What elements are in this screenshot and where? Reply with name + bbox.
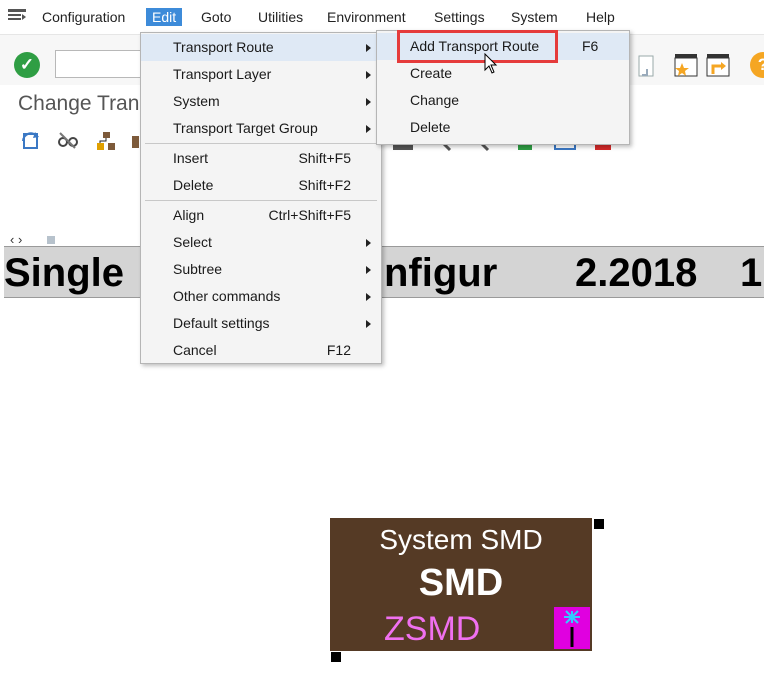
edit-menu-item-subtree[interactable]: Subtree — [141, 256, 381, 283]
page-title: Change Tran — [18, 92, 140, 115]
menu-item-shortcut: F6 — [582, 38, 599, 54]
menu-item-label: Other commands — [173, 288, 281, 304]
magic-wand-icon[interactable] — [554, 607, 590, 649]
menu-item-label: Delete — [173, 177, 214, 193]
edit-menu-item-delete[interactable]: Delete Shift+F2 — [141, 172, 381, 199]
menu-system[interactable]: System — [511, 9, 558, 25]
edit-menu-item-transport-target-group[interactable]: Transport Target Group — [141, 115, 381, 142]
edit-menu-item-other-commands[interactable]: Other commands — [141, 283, 381, 310]
menu-item-label: Align — [173, 207, 205, 223]
edit-menu-item-select[interactable]: Select — [141, 229, 381, 256]
submenu-item-delete[interactable]: Delete — [377, 114, 629, 141]
menu-item-label: Transport Route — [173, 39, 274, 55]
menu-settings[interactable]: Settings — [434, 9, 485, 25]
command-field[interactable] — [55, 50, 147, 78]
menu-item-label: Insert — [173, 150, 209, 166]
menu-item-label: Default settings — [173, 315, 270, 331]
graphic-banner: Single nfigur 2.2018 1( — [4, 246, 764, 298]
edit-menu-item-cancel[interactable]: Cancel F12 — [141, 337, 381, 364]
submenu-arrow-icon — [366, 71, 371, 79]
system-node-transport: ZSMD — [384, 610, 481, 648]
new-session-icon[interactable] — [673, 52, 699, 78]
edit-menu-item-transport-layer[interactable]: Transport Layer — [141, 61, 381, 88]
menu-icon[interactable] — [8, 9, 26, 23]
menu-goto[interactable]: Goto — [201, 9, 231, 25]
menu-item-label: Transport Target Group — [173, 120, 318, 136]
menu-help[interactable]: Help — [586, 9, 615, 25]
highlight-callout — [397, 30, 558, 63]
menu-separator — [145, 143, 377, 144]
edit-menu: Transport Route Transport Layer System Tran… — [140, 32, 382, 364]
shortcut-icon[interactable] — [705, 52, 731, 78]
edit-menu-item-system[interactable]: System — [141, 88, 381, 115]
menu-configuration[interactable]: Configuration — [42, 9, 125, 25]
menu-item-shortcut: Ctrl+Shift+F5 — [268, 207, 351, 223]
banner-text-4: 1( — [740, 251, 764, 295]
submenu-arrow-icon — [366, 98, 371, 106]
banner-text-3: 2.2018 — [575, 251, 698, 295]
menu-item-shortcut: Shift+F5 — [298, 150, 351, 166]
menu-item-label: Create — [410, 65, 453, 81]
banner-text-1: Single — [4, 251, 125, 295]
resize-handle-bottom-left[interactable] — [331, 652, 341, 662]
scroll-arrows[interactable]: ‹ › — [10, 232, 22, 247]
menu-item-label: Select — [173, 234, 212, 250]
enter-check-icon[interactable]: ✓ — [14, 52, 40, 78]
banner-text-2: nfigur — [384, 251, 498, 295]
refresh-icon[interactable] — [20, 130, 42, 152]
submenu-arrow-icon — [366, 266, 371, 274]
menu-item-label: Cancel — [173, 342, 217, 358]
menu-item-label: System — [173, 93, 220, 109]
page-icon[interactable] — [638, 55, 656, 79]
edit-menu-item-align[interactable]: Align Ctrl+Shift+F5 — [141, 202, 381, 229]
menu-environment[interactable]: Environment — [327, 9, 406, 25]
menu-edit[interactable]: Edit — [146, 8, 183, 26]
menu-item-label: Change — [410, 92, 460, 108]
menu-item-label: Transport Layer — [173, 66, 272, 82]
edit-menu-item-default-settings[interactable]: Default settings — [141, 310, 381, 337]
menu-utilities[interactable]: Utilities — [258, 9, 303, 25]
scroll-thumb[interactable] — [47, 236, 55, 244]
menu-separator — [145, 200, 377, 201]
system-node-title: System SMD — [379, 524, 543, 555]
system-node-code: SMD — [418, 562, 504, 604]
menu-item-shortcut: Shift+F2 — [298, 177, 351, 193]
resize-handle-top-right[interactable] — [594, 519, 604, 529]
menu-item-label: Delete — [410, 119, 451, 135]
submenu-arrow-icon — [366, 125, 371, 133]
display-glasses-icon[interactable] — [57, 130, 79, 152]
submenu-arrow-icon — [366, 239, 371, 247]
submenu-item-create[interactable]: Create — [377, 60, 629, 87]
system-node[interactable]: System SMD SMD ZSMD — [330, 518, 592, 651]
mouse-cursor-icon — [484, 53, 498, 74]
edit-menu-item-insert[interactable]: Insert Shift+F5 — [141, 145, 381, 172]
hierarchy-icon[interactable] — [95, 130, 117, 152]
submenu-item-change[interactable]: Change — [377, 87, 629, 114]
edit-menu-item-transport-route[interactable]: Transport Route — [141, 34, 381, 61]
menu-item-label: Subtree — [173, 261, 223, 277]
submenu-arrow-icon — [366, 293, 371, 301]
menu-item-shortcut: F12 — [326, 342, 351, 358]
submenu-arrow-icon — [366, 44, 371, 52]
toolbar-icon-partial[interactable] — [132, 130, 140, 152]
submenu-arrow-icon — [366, 320, 371, 328]
